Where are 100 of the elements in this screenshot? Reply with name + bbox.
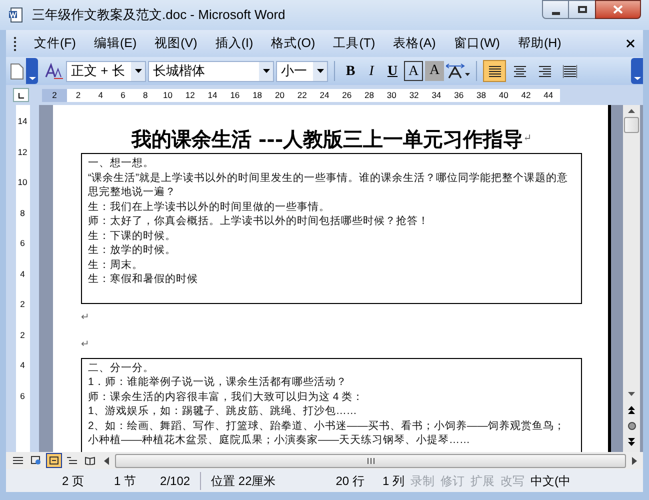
document-paragraph: 生：放学的时候。 — [88, 243, 177, 258]
align-icon — [488, 64, 502, 78]
border-button[interactable]: A — [404, 61, 423, 81]
ruler-number: 12 — [18, 146, 28, 158]
scrollbar-thumb[interactable] — [624, 117, 639, 133]
document-paragraph: 生：周末。 — [88, 258, 144, 272]
underline-button[interactable]: U — [383, 61, 402, 81]
document-paragraph: 师：太好了，你真会概括。上学读书以外的时间包括哪些时候？抢答！ — [88, 214, 430, 228]
book-icon — [85, 456, 95, 465]
scroll-right-icon[interactable] — [632, 456, 637, 464]
ruler-number: 10 — [156, 88, 179, 102]
toolbar-options-button[interactable] — [26, 58, 38, 84]
document-paragraph: 2、如：绘画、舞蹈、写作、打篮球、跆拳道、小书迷——买书、看书；小饲养——饲养观赏鱼鸟；小种植——种植花木盆景、庭院瓜果；小演奏家——天天练习钢琴、小提琴…… — [88, 418, 566, 448]
menu-item[interactable]: 窗口(W) — [444, 34, 509, 53]
scroll-down-icon[interactable] — [628, 392, 635, 396]
status-mode[interactable]: 中文(中 — [530, 472, 570, 490]
menu-item[interactable]: 工具(T) — [324, 34, 384, 53]
ruler-number: 16 — [224, 88, 246, 102]
font-dropdown[interactable]: 长城楷体 — [148, 60, 274, 82]
ruler-number: 4 — [89, 88, 112, 102]
document-paragraph: 1、游戏娱乐，如：踢毽子、跳皮筋、跳绳、打沙包…… — [88, 404, 358, 418]
menu-item[interactable]: 文件(F) — [25, 34, 85, 53]
left-tab-icon — [18, 93, 24, 99]
ruler-number: 22 — [290, 88, 314, 102]
close-icon[interactable] — [626, 39, 635, 48]
status-text: 2/102 — [160, 472, 190, 490]
ruler-number: 14 — [201, 88, 224, 102]
ruler-number: 36 — [448, 88, 470, 102]
close-icon — [613, 5, 623, 14]
menu-item[interactable]: 插入(I) — [206, 34, 262, 53]
ruler-number: 4 — [20, 268, 25, 280]
menu-item[interactable]: 格式(O) — [262, 34, 324, 53]
minimize-button[interactable] — [542, 0, 569, 19]
size-dropdown[interactable]: 小一 — [276, 60, 328, 82]
menu-item[interactable]: 表格(A) — [384, 34, 445, 53]
document-title: 我的课余生活 ---人教版三上一单元习作指导 — [131, 127, 524, 151]
character-scale-icon[interactable] — [446, 63, 470, 79]
shade-button[interactable]: A — [425, 61, 444, 81]
status-text: 1 列 — [382, 472, 404, 490]
ruler-number: 2 — [20, 328, 25, 340]
document-paragraph: 生：寒假和暑假的时候 — [88, 272, 199, 286]
paragraph-mark: ↵ — [523, 132, 532, 146]
caret-icon — [134, 69, 142, 73]
document-paragraph: 二、分一分。 — [88, 360, 155, 375]
ruler-number: 44 — [537, 88, 560, 102]
styles-icon[interactable] — [44, 63, 64, 79]
ruler-number: 2 — [42, 88, 67, 102]
caret-icon — [262, 69, 270, 73]
caret-icon — [28, 77, 36, 80]
status-text: 20 行 — [336, 472, 364, 490]
ruler-number: 8 — [20, 206, 25, 218]
style-dropdown[interactable]: 正文 + 长 — [66, 60, 146, 82]
status-text: 1 节 — [114, 472, 136, 490]
ruler-number: 38 — [470, 88, 492, 102]
tab-selector[interactable] — [13, 88, 29, 102]
ruler-number: 4 — [20, 359, 25, 371]
restore-button[interactable] — [569, 0, 595, 19]
menu-item[interactable]: 编辑(E) — [84, 34, 146, 53]
ruler-number: 6 — [112, 88, 134, 102]
close-button[interactable] — [595, 0, 641, 19]
menu-item[interactable]: 视图(V) — [146, 34, 206, 53]
align-icon — [538, 64, 552, 78]
ruler-number: 2 — [20, 298, 25, 310]
scroll-left-icon[interactable] — [104, 456, 109, 464]
new-document-icon[interactable] — [10, 62, 24, 80]
page-icon — [49, 456, 59, 465]
document-paragraph: 师：课余生活的内容很丰富，我们大致可以归为这 4 类： — [88, 390, 365, 404]
ruler-number: 30 — [380, 88, 403, 102]
scrollbar-thumb[interactable] — [115, 454, 626, 468]
browse-object-icon[interactable] — [628, 422, 636, 430]
web-page-icon — [31, 456, 41, 465]
document-paragraph: 1．师：谁能举例子说一说，课余生活都有哪些活动？ — [88, 375, 348, 390]
ruler-number: 18 — [246, 88, 269, 102]
menu-item[interactable]: 帮助(H) — [508, 34, 570, 53]
view-button[interactable] — [46, 453, 62, 468]
align-icon — [562, 64, 576, 78]
window-title: 三年级作文教案及范文.doc - Microsoft Word — [32, 6, 286, 24]
caret-icon — [634, 77, 640, 80]
ruler-number: 32 — [402, 88, 426, 102]
document-paragraph: “课余生活”就是上学读书以外的时间里发生的一些事情。谁的课余生活？哪位同学能把整个课题的意思完整地说一遍？ — [88, 170, 569, 200]
ruler-number: 8 — [134, 88, 157, 102]
next-page-icon[interactable] — [628, 438, 635, 446]
scroll-up-icon[interactable] — [628, 109, 635, 113]
document-paragraph: 一、想一想。 — [88, 156, 155, 170]
ruler-number: 42 — [514, 88, 538, 102]
bold-button[interactable]: B — [341, 61, 360, 81]
ruler-number: 14 — [18, 115, 28, 127]
document-paragraph: 生：我们在上学读书以外的时间里做的一些事情。 — [88, 200, 331, 214]
status-text: 2 页 — [62, 472, 84, 490]
caret-icon — [316, 69, 324, 73]
lines-icon — [13, 456, 23, 465]
ruler-number: 6 — [20, 237, 25, 249]
italic-button[interactable]: I — [362, 61, 381, 81]
toolbar-options-button[interactable] — [631, 58, 643, 84]
previous-page-icon[interactable] — [628, 406, 635, 414]
word-document-icon — [8, 7, 24, 23]
align-button[interactable] — [483, 60, 506, 82]
align-icon — [512, 64, 526, 78]
ruler-number: 2 — [67, 88, 90, 102]
status-text: 位置 22厘米 — [211, 472, 276, 490]
